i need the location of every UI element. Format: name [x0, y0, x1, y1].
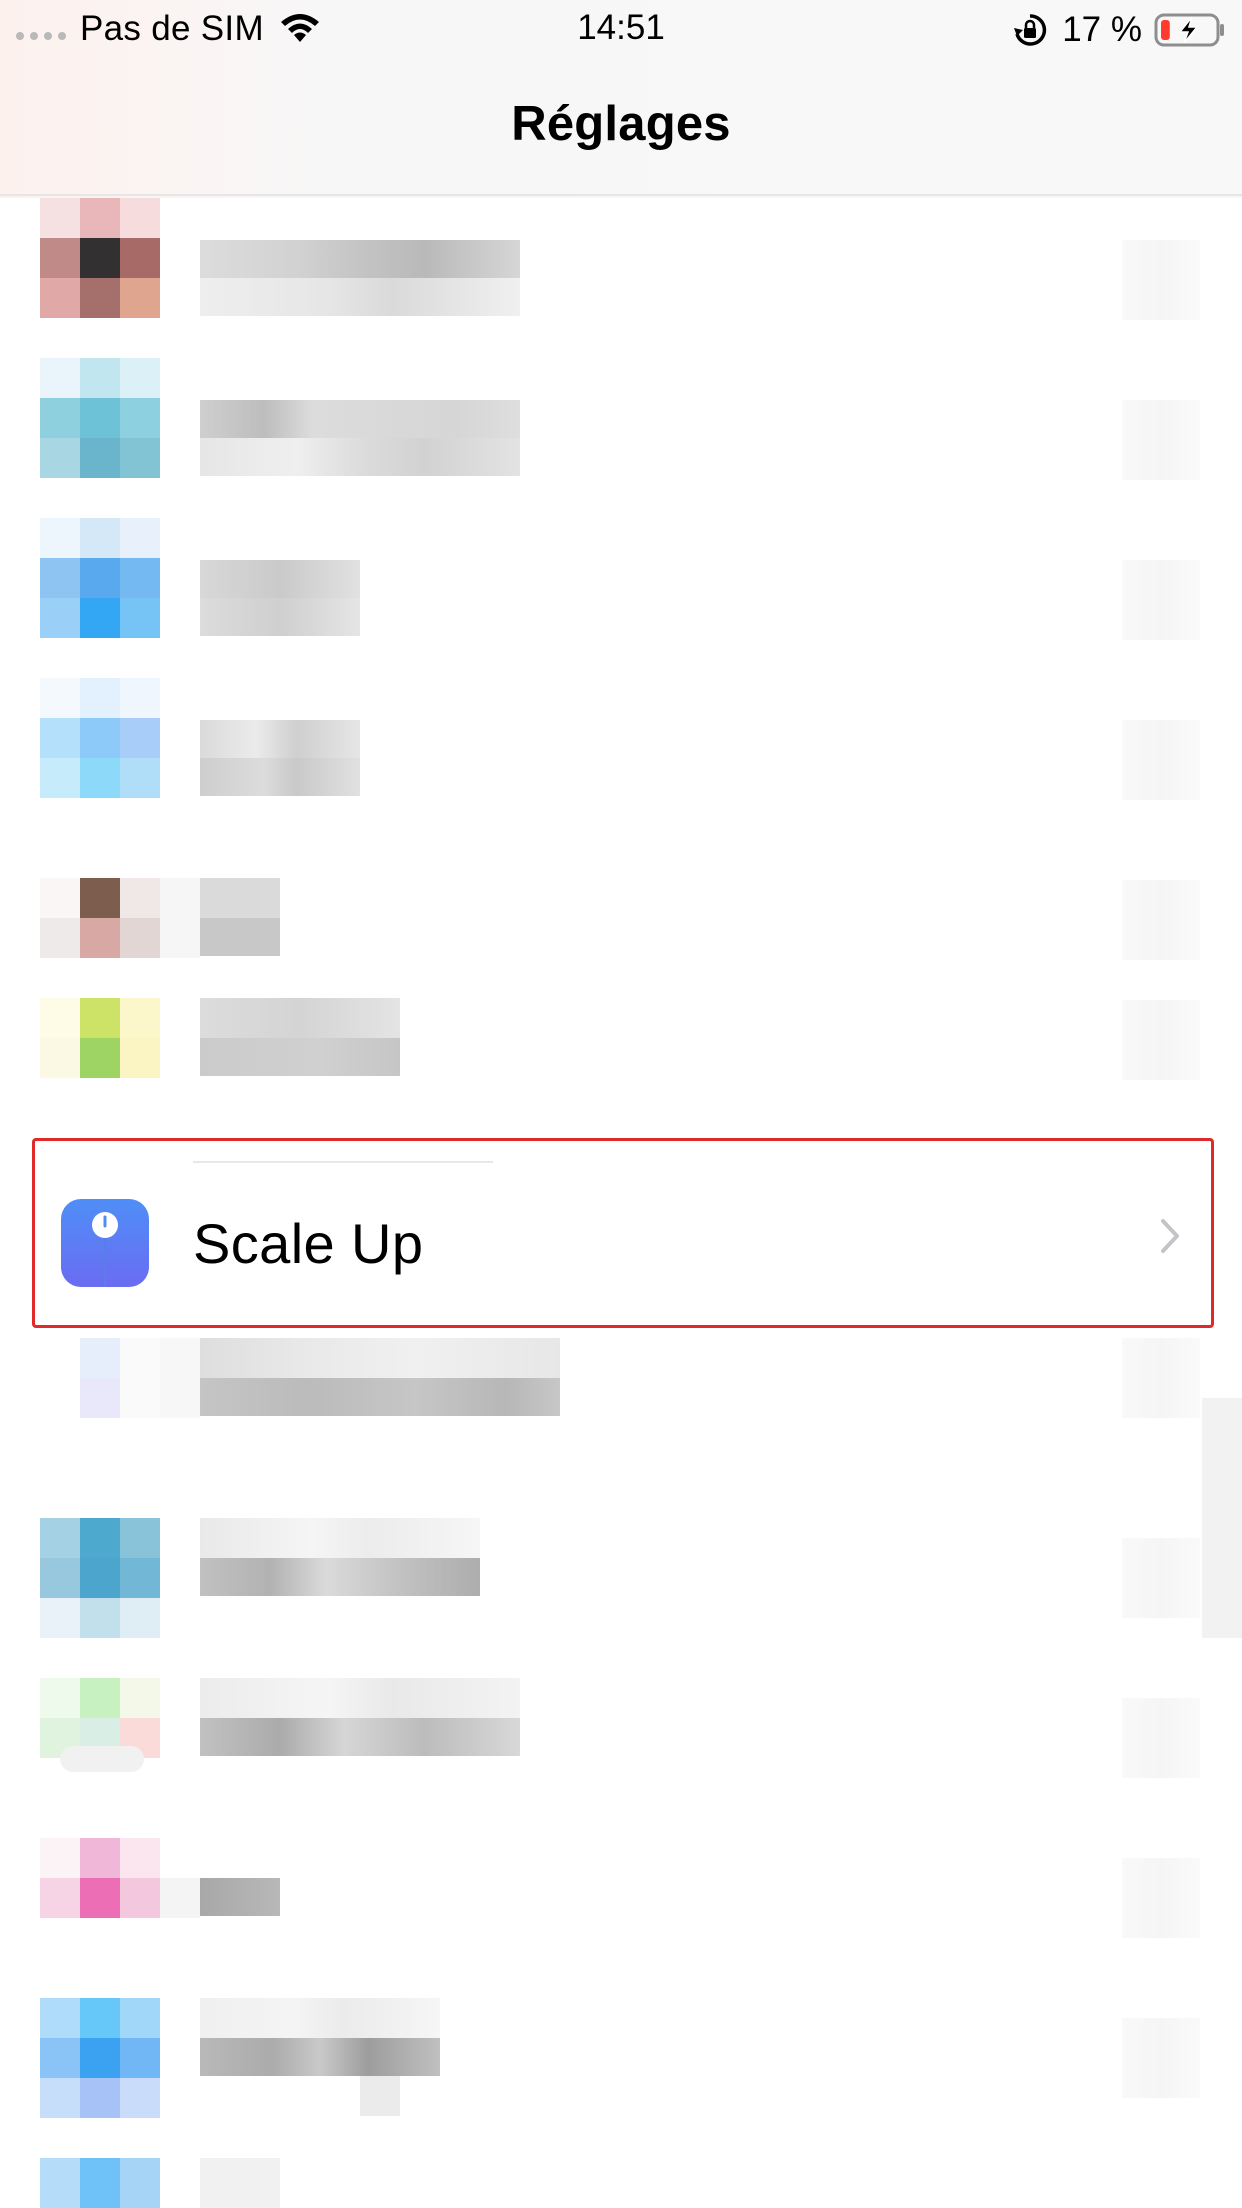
- row-separator: [193, 1161, 493, 1163]
- list-item[interactable]: [0, 1998, 1242, 2158]
- battery-charging-icon: [1154, 13, 1224, 47]
- list-item[interactable]: [0, 1338, 1242, 1498]
- nav-divider: [0, 194, 1242, 196]
- status-bar: Pas de SIM 14:51 17 %: [0, 0, 1242, 58]
- scroll-indicator: [1202, 1398, 1242, 1638]
- list-item[interactable]: [0, 358, 1242, 518]
- status-right: 17 %: [1012, 8, 1226, 52]
- battery-percent: 17 %: [1062, 10, 1142, 49]
- list-item[interactable]: [0, 998, 1242, 1158]
- list-item[interactable]: [0, 1678, 1242, 1838]
- list-item[interactable]: [0, 1838, 1242, 1998]
- settings-screen: Réglages Pas de SIM 14:51 17 % Scale Up: [0, 0, 1242, 2208]
- list-item[interactable]: [0, 1518, 1242, 1678]
- scale-app-icon: [61, 1199, 149, 1287]
- list-item[interactable]: [0, 678, 1242, 838]
- list-item[interactable]: [0, 838, 1242, 998]
- list-item[interactable]: [0, 518, 1242, 678]
- page-title: Réglages: [511, 97, 731, 151]
- chevron-right-icon: [1161, 1219, 1179, 1253]
- scale-up-label: Scale Up: [193, 1212, 424, 1275]
- list-item-scale-up[interactable]: Scale Up: [32, 1138, 1214, 1328]
- rotation-lock-icon: [1014, 14, 1047, 46]
- list-item[interactable]: [0, 198, 1242, 358]
- list-item[interactable]: [0, 2158, 1242, 2208]
